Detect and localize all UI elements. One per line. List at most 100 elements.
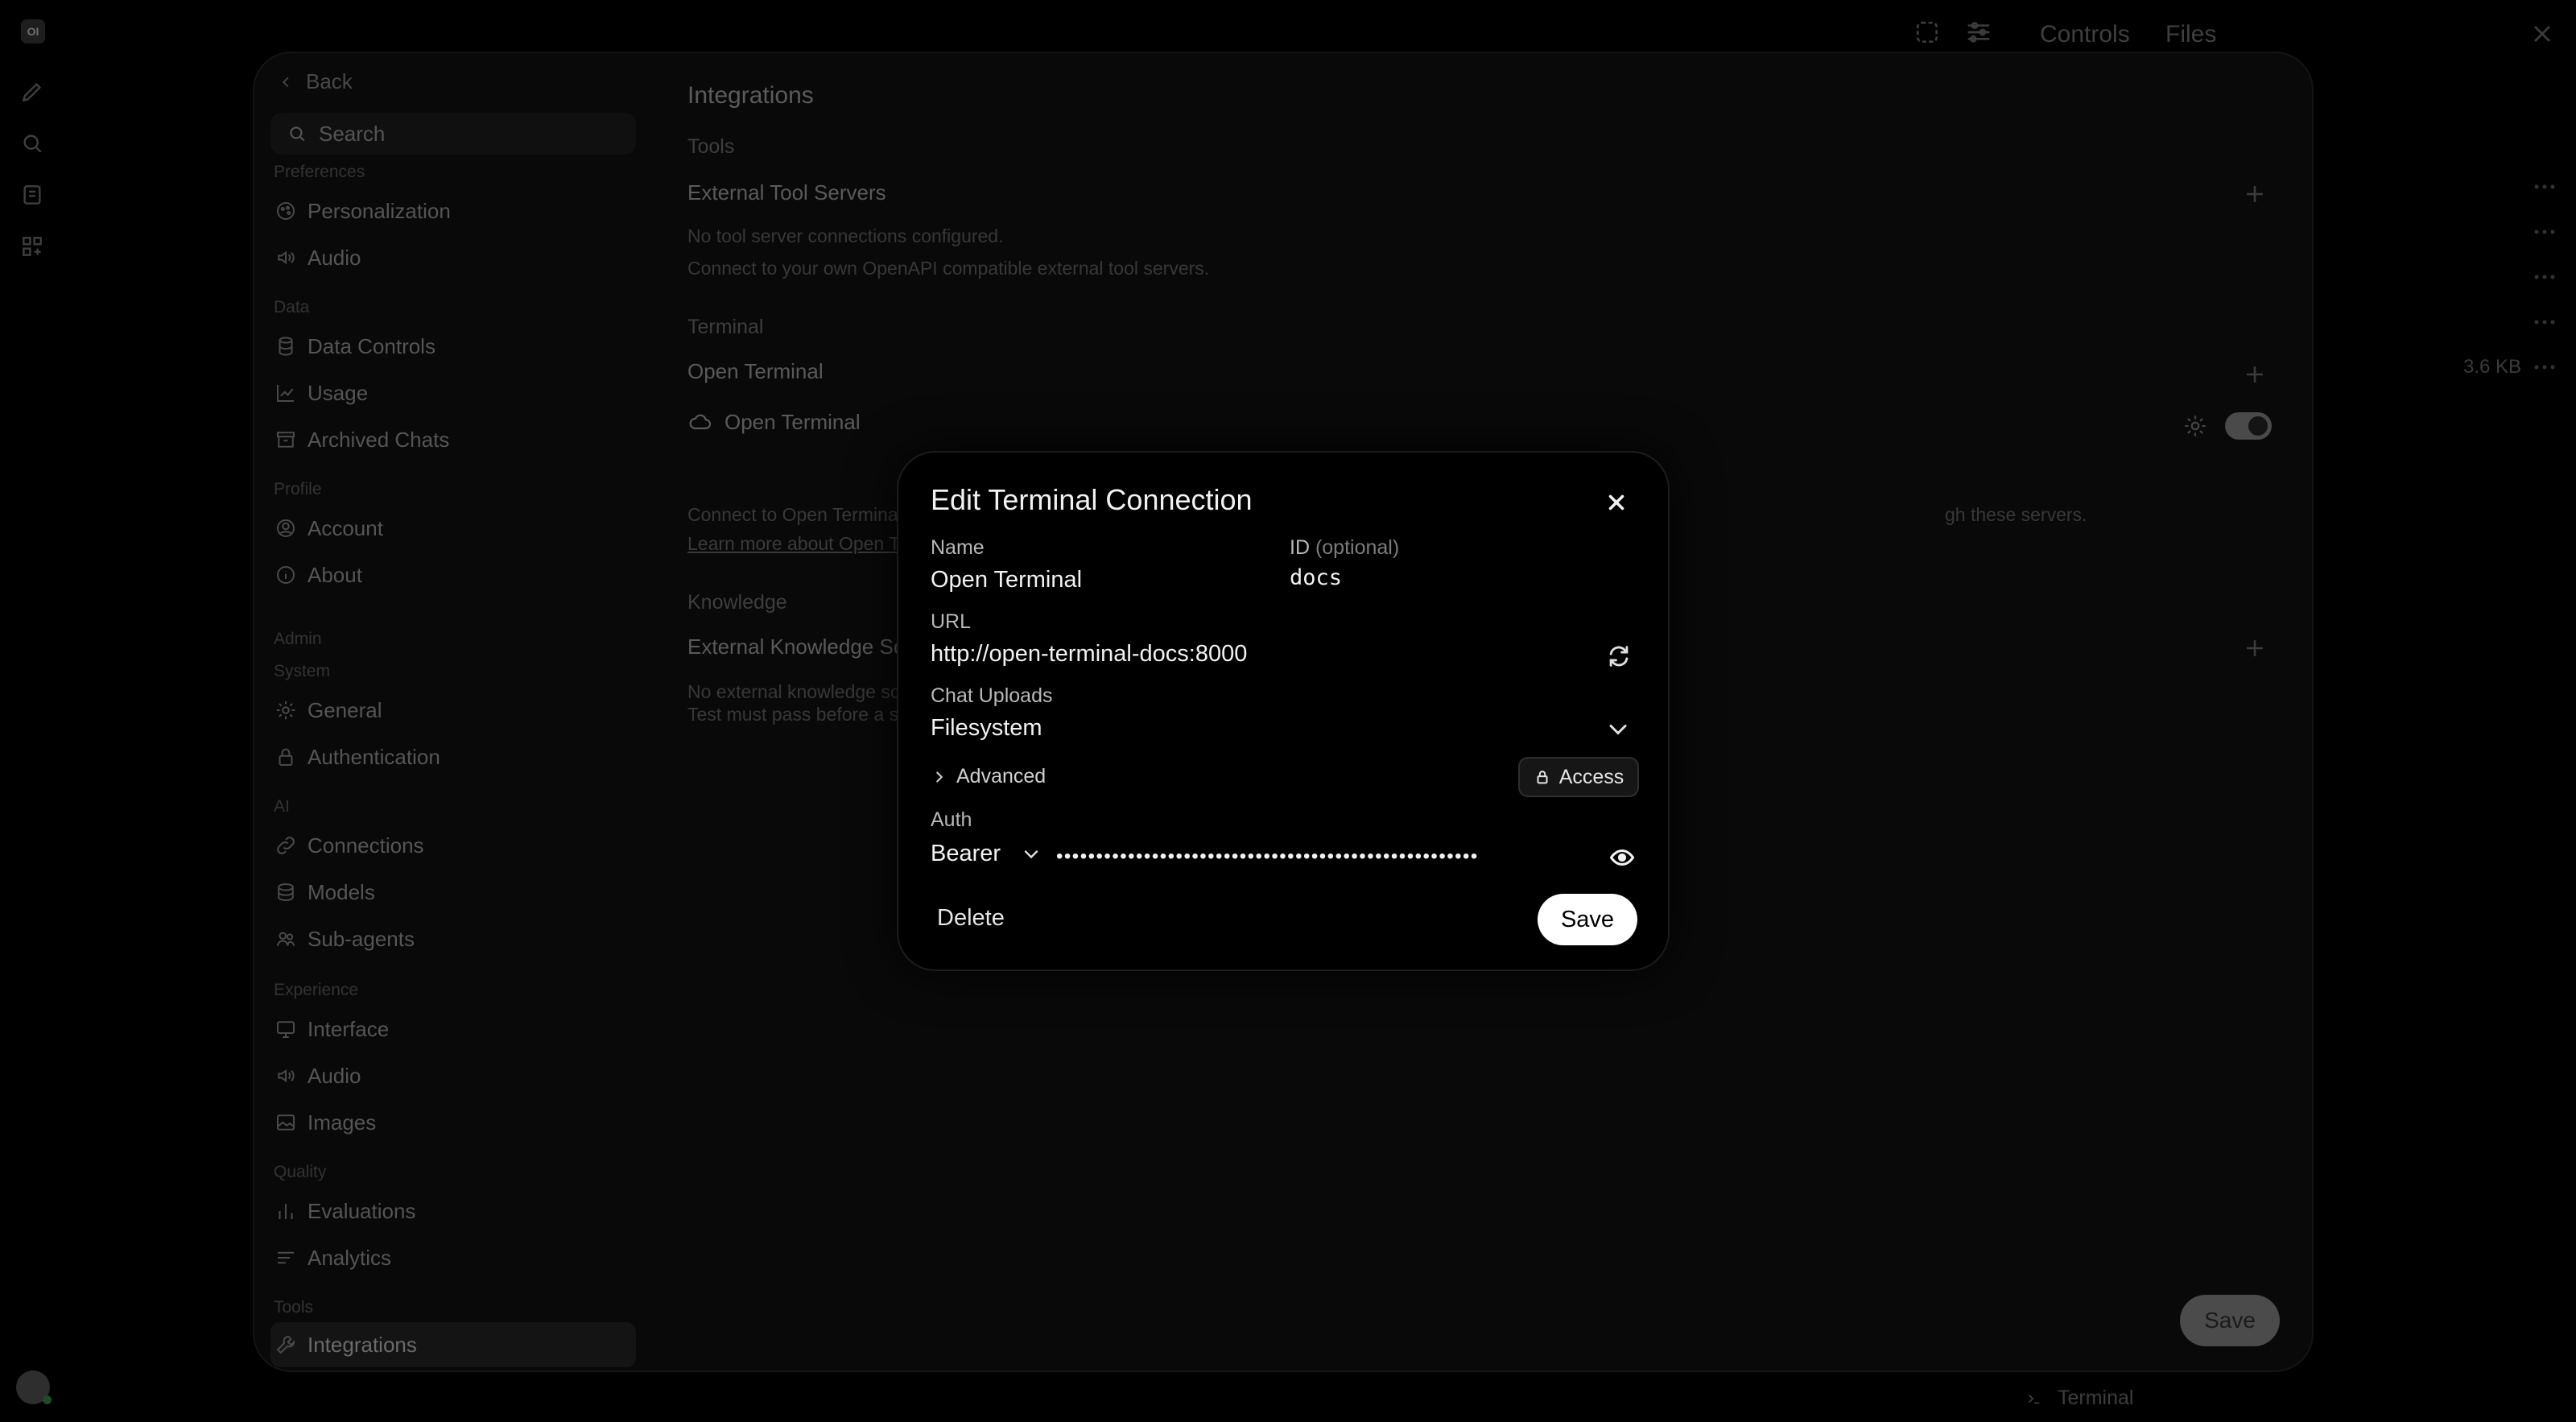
- external-tool-servers-label: External Tool Servers: [687, 180, 886, 205]
- sidebar-item-label: Audio: [308, 245, 361, 270]
- workspace-icon[interactable]: [19, 234, 45, 259]
- sidebar-item-label: Data Controls: [308, 333, 436, 358]
- search-icon[interactable]: [19, 130, 45, 156]
- file-more-icon[interactable]: [2533, 272, 2557, 282]
- new-chat-icon[interactable]: [19, 79, 45, 105]
- sidebar-item-usage[interactable]: Usage: [274, 377, 368, 409]
- url-label: URL: [931, 610, 972, 633]
- settings-sidebar: Back Search Preferences Personalization …: [254, 53, 641, 1370]
- sidebar-item-archived-chats[interactable]: Archived Chats: [274, 424, 449, 456]
- sidebar-item-audio-2[interactable]: Audio: [274, 1060, 361, 1092]
- sidebar-item-account[interactable]: Account: [274, 512, 383, 544]
- group-preferences: Preferences: [274, 163, 365, 181]
- sidebar-item-audio[interactable]: Audio: [274, 242, 361, 274]
- name-label: Name: [931, 536, 985, 559]
- page-title: Integrations: [687, 82, 814, 109]
- tab-controls[interactable]: Controls: [2040, 21, 2130, 48]
- connection-settings-icon[interactable]: [2182, 412, 2209, 440]
- sidebar-item-label: Authentication: [308, 744, 440, 769]
- monitor-icon: [274, 1017, 298, 1041]
- add-terminal-icon[interactable]: [2241, 361, 2268, 388]
- advanced-toggle[interactable]: Advanced: [931, 765, 1046, 788]
- close-panel-icon[interactable]: [2528, 19, 2557, 48]
- refresh-icon[interactable]: [1605, 643, 1633, 670]
- id-field[interactable]: [1290, 565, 1628, 590]
- file-more-icon[interactable]: [2533, 182, 2557, 192]
- tab-files[interactable]: Files: [2165, 21, 2216, 48]
- sidebar-item-interface[interactable]: Interface: [274, 1013, 389, 1045]
- add-tool-server-icon[interactable]: [2241, 180, 2268, 208]
- access-button[interactable]: Access: [1518, 757, 1639, 797]
- left-rail: OI: [0, 0, 64, 1422]
- id-label-text: ID: [1290, 536, 1310, 559]
- sidebar-item-personalization[interactable]: Personalization: [274, 195, 451, 227]
- external-knowledge-label: External Knowledge Sou: [687, 635, 917, 659]
- connect-open-terminal-text: Connect to Open Terminal ins: [687, 504, 931, 525]
- sidebar-item-label: Connections: [308, 833, 424, 858]
- terminal-tab[interactable]: Terminal: [2025, 1387, 2133, 1410]
- group-quality: Quality: [274, 1163, 327, 1181]
- sidebar-item-models[interactable]: Models: [274, 876, 375, 908]
- sidebar-item-label: Models: [308, 879, 375, 904]
- sidebar-item-images[interactable]: Images: [274, 1106, 376, 1139]
- sidebar-item-label: General: [308, 697, 382, 722]
- lock-icon: [274, 745, 298, 769]
- no-tool-servers-text: No tool server connections configured.: [687, 225, 1004, 246]
- sliders-icon[interactable]: [1963, 16, 1995, 48]
- id-optional-text: (optional): [1315, 536, 1400, 559]
- close-icon[interactable]: [1602, 488, 1631, 517]
- sidebar-item-sub-agents[interactable]: Sub-agents: [274, 923, 415, 955]
- settings-search[interactable]: Search: [270, 113, 636, 155]
- connect-openapi-text: Connect to your own OpenAPI compatible e…: [687, 258, 1210, 279]
- sidebar-item-analytics[interactable]: Analytics: [274, 1242, 391, 1274]
- no-external-knowledge-text: No external knowledge sou: [687, 681, 911, 702]
- eye-icon[interactable]: [1608, 844, 1636, 871]
- back-button[interactable]: Back: [277, 69, 353, 94]
- auth-key-field[interactable]: ••••••••••••••••••••••••••••••••••••••••…: [1056, 845, 1604, 873]
- chevron-down-icon: [1020, 843, 1042, 866]
- connection-enabled-toggle[interactable]: [2225, 412, 2272, 440]
- auth-type-select[interactable]: Bearer: [931, 841, 1042, 867]
- file-more-icon[interactable]: [2533, 317, 2557, 327]
- chat-uploads-select[interactable]: Filesystem: [931, 715, 1042, 742]
- sidebar-item-label: Images: [308, 1110, 377, 1135]
- terminal-connection-row[interactable]: Open Terminal: [687, 409, 861, 435]
- group-admin: Admin: [274, 630, 322, 648]
- sidebar-item-authentication[interactable]: Authentication: [274, 741, 440, 773]
- user-avatar[interactable]: [16, 1370, 52, 1404]
- sidebar-item-integrations[interactable]: Integrations: [270, 1322, 636, 1367]
- chart-line-icon: [274, 381, 298, 405]
- group-profile: Profile: [274, 480, 322, 498]
- info-icon: [274, 563, 298, 587]
- sidebar-item-label: Interface: [308, 1016, 390, 1041]
- palette-icon: [274, 199, 298, 223]
- users-icon: [274, 927, 298, 951]
- sidebar-item-connections[interactable]: Connections: [274, 829, 424, 862]
- notes-icon[interactable]: [19, 182, 45, 208]
- speaker-icon: [274, 246, 298, 270]
- url-field[interactable]: [931, 641, 1591, 668]
- sidebar-item-label: Audio: [308, 1063, 361, 1088]
- test-must-pass-text: Test must pass before a so: [687, 704, 909, 725]
- group-experience: Experience: [274, 981, 359, 999]
- file-more-icon[interactable]: [2533, 362, 2557, 372]
- sidebar-item-data-controls[interactable]: Data Controls: [274, 330, 436, 362]
- chevron-down-icon[interactable]: [1604, 715, 1633, 744]
- sidebar-item-label: Evaluations: [308, 1198, 416, 1223]
- search-placeholder: Search: [319, 121, 386, 146]
- learn-more-link[interactable]: Learn more about Open Ter: [687, 533, 914, 555]
- chat-top-bar: Controls Files: [0, 16, 2576, 52]
- name-field[interactable]: [931, 567, 1253, 593]
- sidebar-item-evaluations[interactable]: Evaluations: [274, 1195, 415, 1227]
- sidebar-item-general[interactable]: General: [274, 694, 382, 726]
- save-button[interactable]: Save: [1538, 894, 1637, 945]
- add-knowledge-icon[interactable]: [2241, 635, 2268, 662]
- access-label: Access: [1558, 765, 1624, 788]
- delete-button[interactable]: Delete: [937, 905, 1005, 932]
- modal-title: Edit Terminal Connection: [931, 483, 1253, 516]
- sidebar-item-about[interactable]: About: [274, 559, 362, 591]
- settings-save-button[interactable]: Save: [2180, 1295, 2280, 1346]
- file-more-icon[interactable]: [2533, 227, 2557, 237]
- terminal-connection-name: Open Terminal: [724, 409, 861, 434]
- sparkle-icon[interactable]: [1911, 16, 1943, 48]
